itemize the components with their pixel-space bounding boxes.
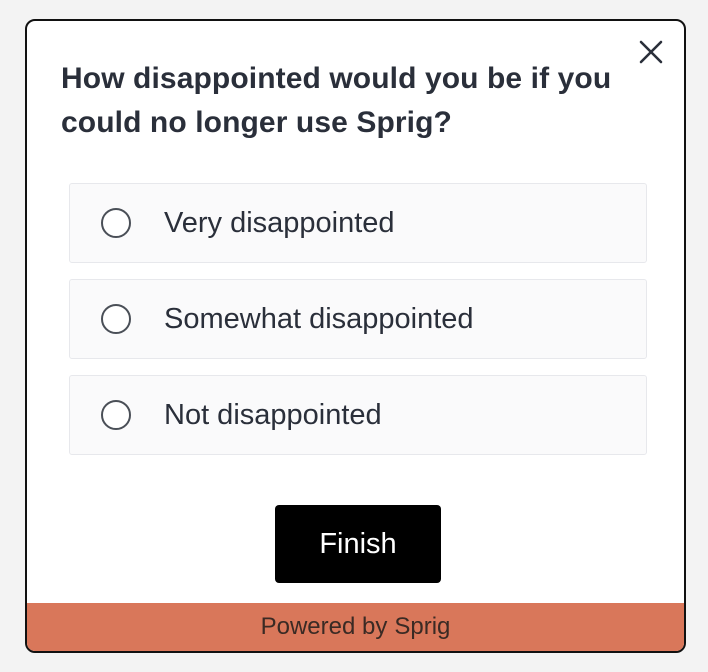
- sprig-brand: Sprig: [394, 613, 451, 640]
- powered-by-footer[interactable]: Powered by Sprig: [27, 603, 684, 651]
- radio-unchecked-icon[interactable]: [101, 208, 131, 238]
- option-very-disappointed[interactable]: Very disappointed: [69, 183, 647, 263]
- close-button[interactable]: [636, 37, 666, 67]
- radio-unchecked-icon[interactable]: [101, 304, 131, 334]
- option-not-disappointed[interactable]: Not disappointed: [69, 375, 647, 455]
- finish-button[interactable]: Finish: [275, 505, 441, 583]
- option-somewhat-disappointed[interactable]: Somewhat disappointed: [69, 279, 647, 359]
- survey-question: How disappointed would you be if you cou…: [61, 62, 612, 139]
- option-label: Not disappointed: [164, 398, 382, 431]
- answer-options: Very disappointed Somewhat disappointed …: [69, 183, 647, 471]
- powered-by-text: Powered by: [260, 613, 388, 640]
- option-label: Somewhat disappointed: [164, 302, 474, 335]
- option-label: Very disappointed: [164, 206, 395, 239]
- survey-card: How disappointed would you be if you cou…: [25, 19, 686, 653]
- close-icon: [639, 40, 663, 64]
- radio-unchecked-icon[interactable]: [101, 400, 131, 430]
